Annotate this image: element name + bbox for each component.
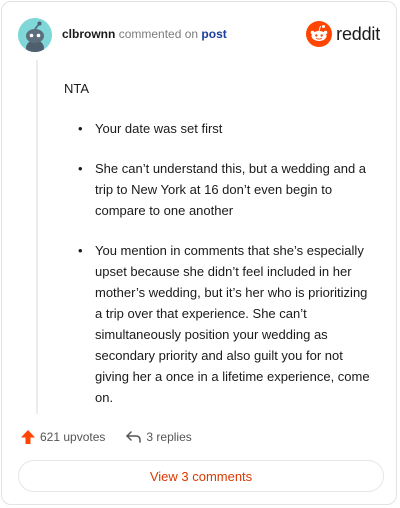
comment-actions: 621 upvotes 3 replies xyxy=(20,426,212,448)
comment-intro: NTA xyxy=(64,81,90,96)
upvote-arrow-icon xyxy=(21,430,35,444)
reddit-wordmark: reddit xyxy=(336,23,380,44)
snoo-avatar-icon xyxy=(18,18,52,52)
comment-body: NTA Your date was set first She can’t un… xyxy=(64,78,374,427)
view-comments-button[interactable]: View 3 comments xyxy=(18,460,384,492)
upvote-count: 621 upvotes xyxy=(40,430,106,444)
replies-button[interactable]: 3 replies xyxy=(125,430,192,444)
reddit-logo: reddit xyxy=(306,20,380,48)
list-item: She can’t understand this, but a wedding… xyxy=(78,158,374,221)
upvote-button[interactable]: 621 upvotes xyxy=(20,429,105,445)
comment-bullet-list: Your date was set first She can’t unders… xyxy=(64,118,374,408)
commented-on-text: commented on xyxy=(118,27,199,41)
list-item: Your date was set first xyxy=(78,118,374,139)
reddit-logo-icon xyxy=(306,21,333,47)
avatar[interactable] xyxy=(18,18,52,52)
post-link[interactable]: post xyxy=(201,27,226,41)
username[interactable]: clbrownn xyxy=(62,27,115,41)
thread-line xyxy=(36,60,38,414)
comment-header: clbrownn commented on post reddit xyxy=(18,18,380,54)
comment-meta: clbrownn commented on post xyxy=(62,27,227,41)
comment-card: clbrownn commented on post reddit NTA Yo… xyxy=(1,1,397,505)
reply-arrow-icon xyxy=(126,431,142,443)
replies-count: 3 replies xyxy=(146,430,192,444)
list-item: You mention in comments that she’s espec… xyxy=(78,240,374,408)
